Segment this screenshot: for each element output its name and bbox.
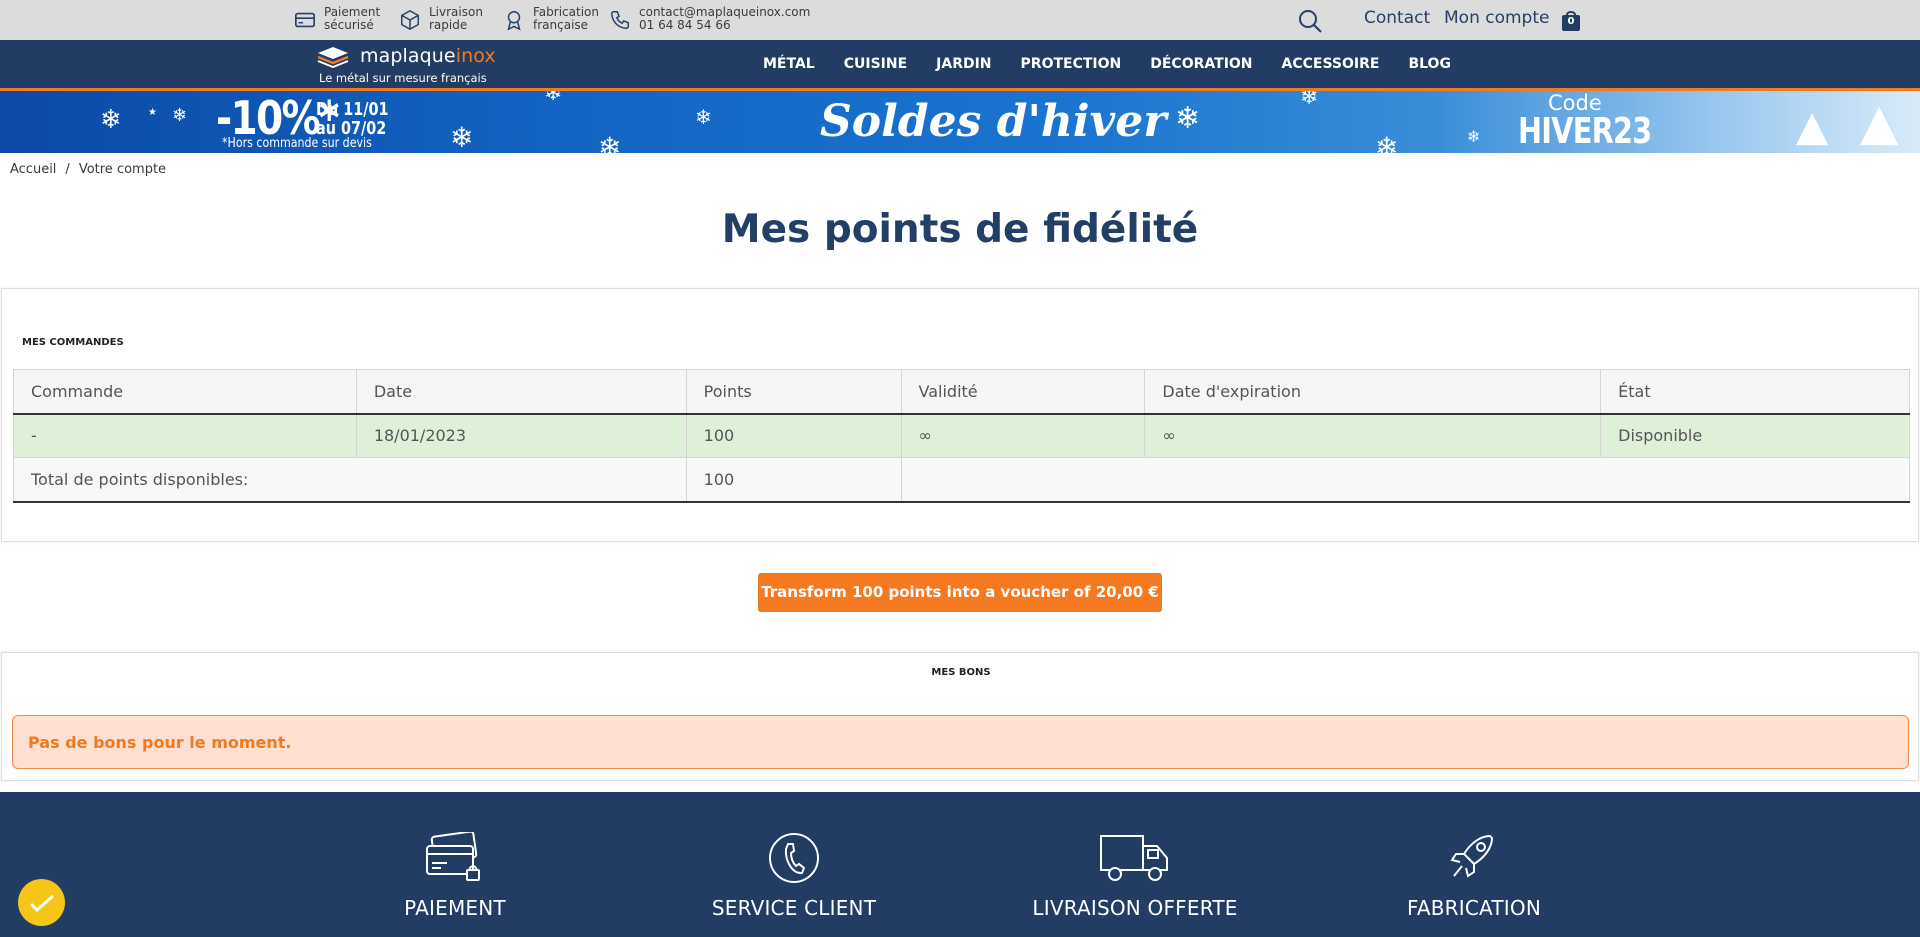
- cell-points: 100: [685, 413, 902, 458]
- award-ribbon-icon: [507, 11, 521, 31]
- feature-free-delivery-label: LIVRAISON OFFERTE: [1032, 896, 1238, 920]
- delivery-truck-icon: [1100, 835, 1168, 881]
- snowflake-icon: ❄: [1467, 127, 1481, 146]
- cell-order: -: [13, 413, 357, 458]
- snowflake-icon: ❄: [172, 105, 188, 126]
- column-header-validity: Validité: [900, 369, 1146, 415]
- column-header-expiration: Date d'expiration: [1144, 369, 1602, 415]
- total-value: 100: [685, 457, 902, 503]
- french-made-info: Fabrication française: [503, 6, 599, 32]
- orders-title: MES COMMANDES: [22, 337, 124, 348]
- feature-manufacturing-label: FABRICATION: [1407, 896, 1541, 920]
- feature-payment-label: PAIEMENT: [404, 896, 506, 920]
- transform-points-button[interactable]: Transform 100 points into a voucher of 2…: [758, 573, 1162, 612]
- phone-circle-icon: [769, 833, 819, 883]
- banner-code-value: HIVER23: [1518, 111, 1652, 152]
- breadcrumb: Accueil / Votre compte: [10, 162, 166, 177]
- nav-item-protection[interactable]: PROTECTION: [1021, 56, 1122, 72]
- banner-headline: Soldes d'hiver: [820, 96, 1167, 147]
- snowflake-icon: ❄: [1300, 91, 1319, 110]
- orders-card: MES COMMANDES Commande Date Points Valid…: [1, 288, 1919, 542]
- banner-note: *Hors commande sur devis: [222, 136, 372, 151]
- no-vouchers-alert: Pas de bons pour le moment.: [12, 715, 1909, 769]
- star-icon: ★: [148, 107, 157, 118]
- credit-card-icon: [295, 12, 315, 28]
- nav-item-blog[interactable]: BLOG: [1408, 56, 1451, 72]
- feature-payment: PAIEMENT: [325, 832, 585, 920]
- search-icon[interactable]: [1297, 8, 1323, 34]
- snowflake-icon: ❄: [695, 105, 712, 129]
- box-icon: [401, 9, 419, 31]
- total-empty-cell: [900, 457, 1911, 503]
- vouchers-title: MES BONS: [931, 667, 991, 678]
- total-label: Total de points disponibles:: [13, 457, 687, 503]
- total-row: Total de points disponibles: 100: [13, 457, 1911, 503]
- made-line2: française: [533, 18, 589, 32]
- logo-name-part1: maplaque: [360, 45, 456, 67]
- main-navigation: maplaqueinox Le métal sur mesure françai…: [0, 40, 1920, 91]
- column-header-points: Points: [685, 369, 902, 415]
- table-header-row: Commande Date Points Validité Date d'exp…: [13, 369, 1910, 415]
- account-link[interactable]: Mon compte: [1444, 8, 1549, 28]
- payment-line2: sécurisé: [324, 18, 374, 32]
- snowflake-icon: ❄: [598, 131, 622, 153]
- column-header-state: État: [1600, 369, 1910, 415]
- banner-dates: Du 11/01 au 07/02: [316, 100, 389, 138]
- cart-count: 0: [1567, 16, 1575, 27]
- snowflake-icon: ❄: [450, 121, 474, 153]
- cell-validity: ∞: [900, 413, 1146, 458]
- top-utility-bar: Paiement sécurisé Livraison rapide Fabrica…: [0, 0, 1920, 40]
- nav-item-metal[interactable]: MÉTAL: [763, 56, 815, 72]
- page-title: Mes points de fidélité: [721, 207, 1199, 252]
- snowflake-icon: ❄: [100, 105, 122, 135]
- delivery-line2: rapide: [429, 18, 468, 32]
- breadcrumb-current[interactable]: Votre compte: [79, 162, 166, 177]
- breadcrumb-separator: /: [65, 162, 70, 177]
- checkmark-icon: [29, 894, 54, 912]
- fast-delivery-info: Livraison rapide: [399, 6, 483, 32]
- nav-item-jardin[interactable]: JARDIN: [936, 56, 991, 72]
- logo-name-part2: inox: [455, 45, 496, 67]
- nav-item-accessoire[interactable]: ACCESSOIRE: [1282, 56, 1380, 72]
- cell-state: Disponible: [1600, 413, 1910, 458]
- footer-features: PAIEMENT SERVICE CLIENT LIVRAISON OFFERT…: [0, 792, 1920, 937]
- phone-icon: [611, 11, 629, 29]
- category-menu: MÉTAL CUISINE JARDIN PROTECTION DÉCORATI…: [763, 56, 1480, 72]
- cell-expiration: ∞: [1144, 413, 1602, 458]
- rocket-icon: [1450, 834, 1494, 878]
- cell-date: 18/01/2023: [355, 413, 687, 458]
- contact-phone[interactable]: 01 64 84 54 66: [639, 19, 810, 32]
- vouchers-card: MES BONS Pas de bons pour le moment.: [1, 652, 1919, 781]
- secure-payment-info: Paiement sécurisé: [294, 6, 380, 32]
- feature-customer-service-label: SERVICE CLIENT: [711, 896, 877, 920]
- breadcrumb-home[interactable]: Accueil: [10, 162, 56, 177]
- banner-dates-line1: Du 11/01: [316, 99, 389, 120]
- contact-info[interactable]: contact@maplaqueinox.com 01 64 84 54 66: [609, 6, 810, 32]
- loyalty-points-table: Commande Date Points Validité Date d'exp…: [13, 369, 1911, 503]
- tree-icon: ▲: [1796, 101, 1829, 150]
- feature-manufacturing: FABRICATION: [1344, 832, 1604, 920]
- site-logo[interactable]: maplaqueinox Le métal sur mesure françai…: [317, 44, 507, 86]
- logo-name: maplaqueinox: [360, 45, 496, 67]
- credit-cards-icon: [426, 832, 480, 881]
- logo-tagline: Le métal sur mesure français: [319, 71, 487, 85]
- feature-customer-service: SERVICE CLIENT: [664, 832, 924, 920]
- column-header-order: Commande: [13, 369, 357, 415]
- snowflake-icon: ❄: [544, 91, 563, 106]
- promo-banner[interactable]: ❄ ❄ ★ ❄ ❄ ❄ ❄ ❄ ❄ ❄ ❄ ▲ ▲ -10%* Du 11/01…: [0, 91, 1920, 153]
- floating-review-badge[interactable]: [18, 879, 65, 926]
- nav-item-cuisine[interactable]: CUISINE: [844, 56, 907, 72]
- logo-plates-icon: [317, 47, 349, 68]
- nav-item-decoration[interactable]: DÉCORATION: [1150, 56, 1252, 72]
- snowflake-icon: ❄: [1375, 131, 1399, 153]
- column-header-date: Date: [355, 369, 687, 415]
- contact-link[interactable]: Contact: [1364, 8, 1430, 28]
- tree-icon: ▲: [1860, 93, 1899, 151]
- table-row: - 18/01/2023 100 ∞ ∞ Disponible: [13, 413, 1910, 458]
- feature-free-delivery: LIVRAISON OFFERTE: [1005, 832, 1265, 920]
- snowflake-icon: ❄: [1175, 101, 1201, 136]
